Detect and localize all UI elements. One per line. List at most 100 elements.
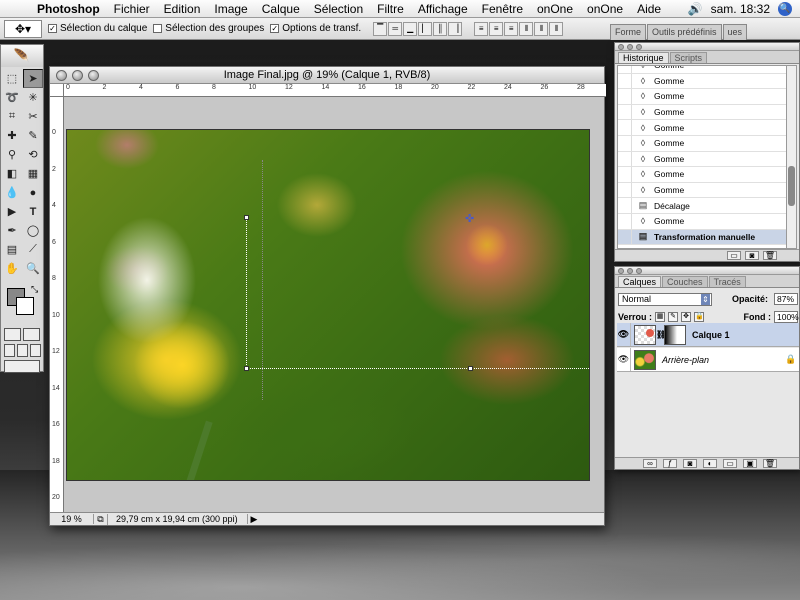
- healing-brush-icon[interactable]: ✚: [2, 126, 22, 145]
- standard-mode-icon[interactable]: [4, 328, 21, 341]
- history-item[interactable]: ◊ Gomme: [618, 151, 786, 168]
- trash-icon[interactable]: 🗑: [763, 459, 777, 468]
- status-preview-icon[interactable]: ⧉: [94, 513, 108, 525]
- history-item[interactable]: ◊ Gomme: [618, 213, 786, 230]
- history-source-box[interactable]: [618, 151, 632, 167]
- history-item[interactable]: ▤ Transformation manuelle: [618, 229, 786, 246]
- transform-handle[interactable]: [468, 366, 473, 371]
- menu-affichage[interactable]: Affichage: [411, 2, 475, 16]
- link-layers-icon[interactable]: ∞: [643, 459, 657, 468]
- fill-field[interactable]: 100%: [774, 311, 799, 323]
- tab-historique[interactable]: Historique: [618, 52, 669, 63]
- history-item[interactable]: ◊ Gomme: [618, 120, 786, 136]
- history-source-box[interactable]: [618, 229, 632, 245]
- well-tab-more[interactable]: ues: [722, 24, 748, 40]
- history-item[interactable]: ◊ Gomme: [618, 66, 786, 74]
- transform-handle[interactable]: [244, 366, 249, 371]
- guide-line[interactable]: [262, 160, 263, 400]
- menu-edition[interactable]: Edition: [157, 2, 208, 16]
- menu-calque[interactable]: Calque: [255, 2, 307, 16]
- marquee-tool-icon[interactable]: ⬚: [2, 69, 22, 88]
- menu-fenetre[interactable]: Fenêtre: [475, 2, 530, 16]
- dodge-tool-icon[interactable]: ●: [23, 183, 43, 202]
- quick-mask-icon[interactable]: [23, 328, 40, 341]
- distribute-bottom-icon[interactable]: ≡: [504, 21, 519, 36]
- menu-selection[interactable]: Sélection: [307, 2, 370, 16]
- auto-select-groups-checkbox[interactable]: Sélection des groupes: [153, 23, 264, 34]
- history-item[interactable]: ◊ Gomme: [618, 89, 786, 105]
- shape-tool-icon[interactable]: ◯: [23, 221, 43, 240]
- spotlight-icon[interactable]: 🔍: [778, 1, 792, 16]
- eyedropper-tool-icon[interactable]: ⟋: [23, 240, 43, 259]
- palette-title-bar[interactable]: [615, 267, 799, 275]
- screen-mode-standard-icon[interactable]: [4, 344, 15, 357]
- zoom-icon[interactable]: [88, 69, 99, 81]
- align-top-icon[interactable]: ▔: [373, 21, 388, 36]
- layer-row-arriere-plan[interactable]: 👁 Arrière-plan 🔒: [617, 348, 799, 372]
- gradient-tool-icon[interactable]: ▦: [23, 164, 43, 183]
- history-item[interactable]: ◊ Gomme: [618, 135, 786, 152]
- palette-title-bar[interactable]: [615, 43, 799, 51]
- tab-traces[interactable]: Tracés: [708, 276, 746, 287]
- history-source-box[interactable]: [618, 89, 632, 104]
- path-select-icon[interactable]: ▶: [2, 202, 22, 221]
- auto-select-layer-checkbox[interactable]: ✓ Sélection du calque: [48, 23, 147, 34]
- lasso-tool-icon[interactable]: ➰: [2, 88, 22, 107]
- history-item[interactable]: ◊ Gomme: [618, 73, 786, 90]
- lock-pixels-icon[interactable]: ✎: [668, 312, 679, 322]
- align-bottom-icon[interactable]: ▁: [403, 21, 418, 36]
- layer-mask-thumbnail[interactable]: [664, 324, 686, 345]
- menu-fichier[interactable]: Fichier: [107, 2, 157, 16]
- eye-icon[interactable]: 👁: [617, 323, 631, 346]
- document-title-bar[interactable]: Image Final.jpg @ 19% (Calque 1, RVB/8): [50, 67, 604, 84]
- menu-aide[interactable]: Aide: [630, 2, 668, 16]
- move-tool-icon[interactable]: ➤: [23, 69, 43, 88]
- stamp-tool-icon[interactable]: ⚲: [2, 145, 22, 164]
- align-vcenter-icon[interactable]: ═: [388, 21, 403, 36]
- lock-transparency-icon[interactable]: ▦: [655, 312, 666, 322]
- ruler-origin[interactable]: [50, 84, 64, 97]
- transform-reference-point-icon[interactable]: ✜: [465, 212, 474, 225]
- history-item[interactable]: ◊ Gomme: [618, 167, 786, 183]
- well-tab-outils[interactable]: Outils prédéfinis: [647, 24, 722, 40]
- eraser-tool-icon[interactable]: ◧: [2, 164, 22, 183]
- history-scrollbar[interactable]: [786, 65, 797, 249]
- history-item[interactable]: ◊ Gomme: [618, 182, 786, 199]
- align-hcenter-icon[interactable]: ║: [433, 21, 448, 36]
- tab-couches[interactable]: Couches: [662, 276, 708, 287]
- history-source-box[interactable]: [618, 120, 632, 135]
- hand-tool-icon[interactable]: ✋: [2, 259, 22, 278]
- magic-wand-tool-icon[interactable]: ✳: [23, 88, 43, 107]
- menu-filtre[interactable]: Filtre: [370, 2, 411, 16]
- type-tool-icon[interactable]: T: [23, 202, 43, 221]
- tool-preset-picker[interactable]: ✥▾: [4, 19, 42, 38]
- minimize-icon[interactable]: [72, 69, 83, 81]
- layer-row-calque-1[interactable]: 👁 ⛓ Calque 1: [617, 323, 799, 347]
- transform-options-checkbox[interactable]: ✓ Options de transf.: [270, 23, 361, 34]
- history-item[interactable]: ▤ Décalage: [618, 198, 786, 214]
- link-icon[interactable]: ⛓: [656, 330, 666, 339]
- history-source-box[interactable]: [618, 104, 632, 120]
- transform-handle[interactable]: [244, 215, 249, 220]
- scroll-thumb[interactable]: [788, 166, 795, 206]
- history-brush-icon[interactable]: ⟲: [23, 145, 43, 164]
- distribute-right-icon[interactable]: ⦀: [549, 21, 564, 36]
- history-source-box[interactable]: [618, 182, 632, 198]
- vertical-ruler[interactable]: 0 2 4 6 8 10 12 14 16 18 20: [50, 97, 64, 514]
- horizontal-ruler[interactable]: 0 2 4 6 8 10 12 14 16 18 20 22 24 26 28: [64, 84, 606, 97]
- close-icon[interactable]: [56, 69, 67, 81]
- history-item[interactable]: ◊ Gomme: [618, 104, 786, 121]
- history-source-box[interactable]: [618, 66, 632, 73]
- blend-mode-select[interactable]: Normal: [618, 292, 712, 306]
- distribute-top-icon[interactable]: ≡: [474, 21, 489, 36]
- tab-calques[interactable]: Calques: [618, 276, 662, 287]
- notes-tool-icon[interactable]: ▤: [2, 240, 22, 259]
- history-source-box[interactable]: [618, 198, 632, 213]
- blur-tool-icon[interactable]: 💧: [2, 183, 22, 202]
- menu-onone-2[interactable]: onOne: [580, 2, 630, 16]
- feather-icon[interactable]: 🪶: [1, 45, 43, 67]
- new-document-from-state-icon[interactable]: ▭: [727, 251, 741, 260]
- menu-onone-1[interactable]: onOne: [530, 2, 580, 16]
- opacity-field[interactable]: 87%: [774, 293, 798, 305]
- trash-icon[interactable]: 🗑: [763, 251, 777, 260]
